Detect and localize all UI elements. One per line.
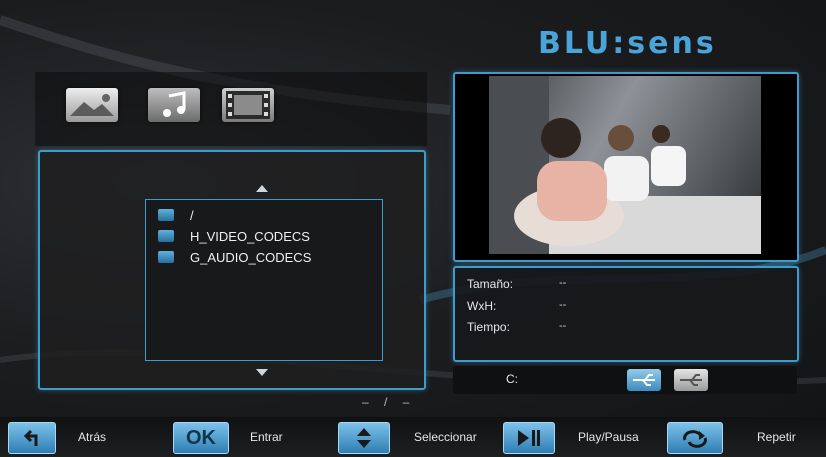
folder-icon	[158, 209, 174, 221]
scroll-down-arrow-icon[interactable]	[256, 369, 268, 376]
ok-button-icon[interactable]: OK	[173, 422, 229, 454]
dimensions-label: WxH:	[467, 299, 497, 313]
usb-icon-active[interactable]	[627, 369, 661, 391]
usb-icon-inactive[interactable]	[674, 369, 708, 391]
dimensions-value: --	[559, 299, 567, 311]
up-down-select-icon[interactable]	[338, 422, 390, 454]
list-item[interactable]: H_VIDEO_CODECS	[158, 227, 310, 245]
file-list: / H_VIDEO_CODECS G_AUDIO_CODECS	[145, 199, 383, 361]
photo-icon[interactable]	[66, 88, 118, 122]
brand-logo: BLU:sens	[538, 26, 717, 61]
repeat-label[interactable]: Repetir	[757, 430, 796, 444]
size-value: --	[559, 277, 567, 289]
device-bar	[453, 366, 797, 394]
size-label: Tamaño:	[467, 277, 514, 291]
media-player-screen: BLU:sens / H_VIDEO_CODECS G_AUDIO_CODECS…	[0, 0, 826, 457]
back-button-icon[interactable]	[8, 422, 56, 454]
back-label[interactable]: Atrás	[78, 430, 106, 444]
folder-icon	[158, 251, 174, 263]
music-icon[interactable]	[148, 88, 200, 122]
repeat-icon[interactable]	[667, 422, 723, 454]
list-item[interactable]: /	[158, 206, 194, 224]
video-icon[interactable]	[222, 88, 274, 122]
folder-icon	[158, 230, 174, 242]
time-label: Tiempo:	[467, 320, 510, 334]
drive-label: C:	[506, 372, 518, 386]
enter-label[interactable]: Entrar	[250, 430, 283, 444]
preview-image	[489, 76, 761, 254]
page-indicator: – / –	[362, 395, 416, 409]
play-pause-label[interactable]: Play/Pausa	[578, 430, 639, 444]
select-label[interactable]: Seleccionar	[414, 430, 477, 444]
scroll-up-arrow-icon[interactable]	[256, 185, 268, 192]
play-pause-icon[interactable]	[503, 422, 555, 454]
list-item[interactable]: G_AUDIO_CODECS	[158, 248, 311, 266]
time-value: --	[559, 320, 567, 332]
